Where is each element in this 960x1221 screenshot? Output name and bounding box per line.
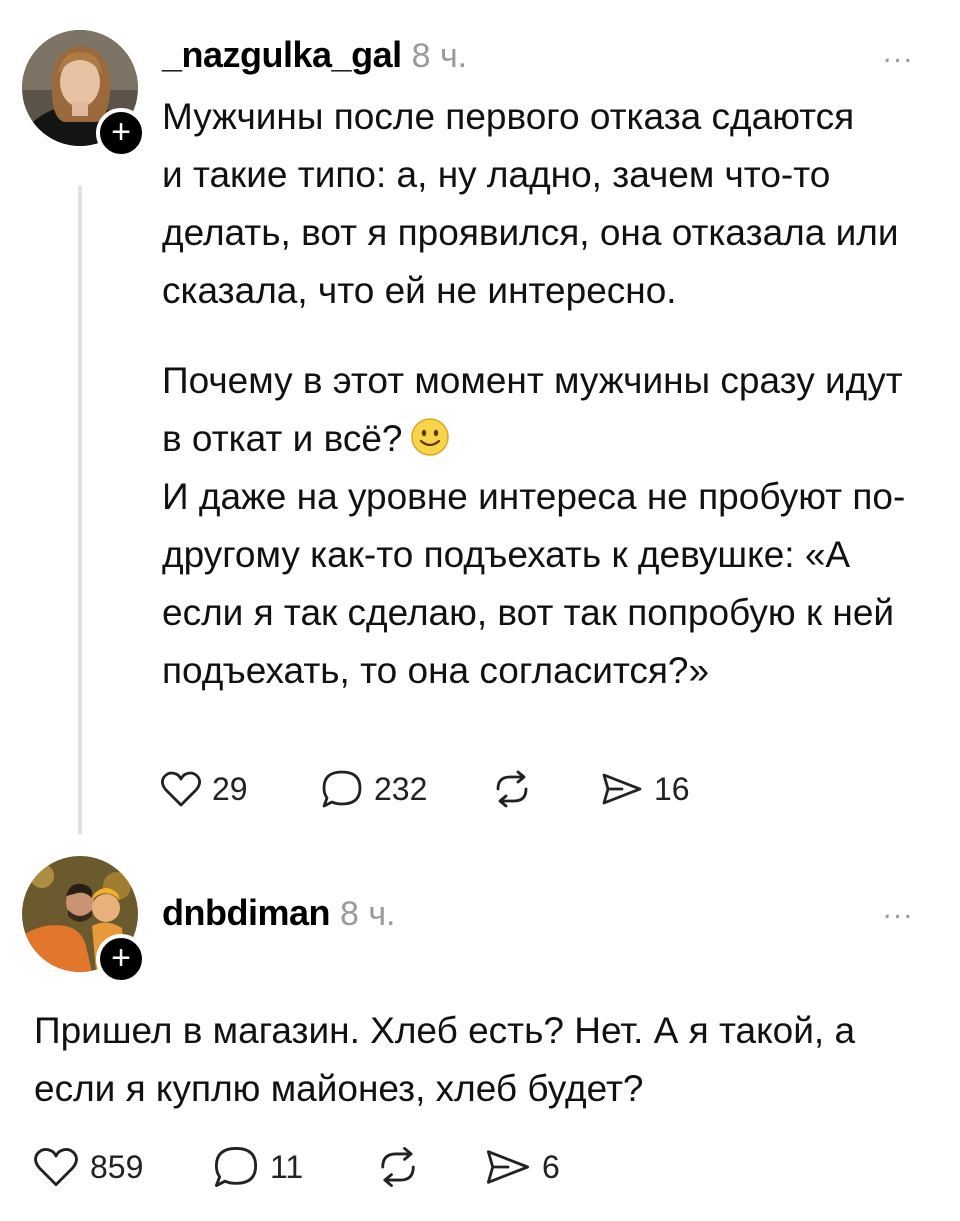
follow-button[interactable]: + (96, 934, 146, 984)
slightly-smiling-face-icon (410, 416, 450, 456)
like-button[interactable]: 859 (32, 1145, 212, 1189)
like-count: 859 (90, 1148, 144, 1185)
action-bar: 29 232 16 (160, 768, 690, 810)
heart-icon (160, 769, 202, 809)
thread-line (78, 185, 82, 835)
like-count: 29 (212, 770, 248, 807)
paragraph: Почему в этот момент мужчины сразу идут … (162, 352, 932, 700)
text-line: Мужчины после первого отказа сдаются (162, 96, 855, 137)
reply-button[interactable]: 232 (320, 768, 490, 810)
reply-button[interactable]: 11 (212, 1144, 374, 1190)
username[interactable]: _nazgulka_gal (162, 34, 402, 75)
repost-button[interactable] (490, 769, 600, 809)
send-icon (484, 1145, 532, 1189)
reply-count: 232 (374, 770, 428, 807)
paragraph: Пришел в магазин. Хлеб есть? Нет. А я та… (34, 1010, 856, 1109)
repost-icon (490, 769, 534, 809)
text-line: И даже на уровне интереса не пробуют по-… (162, 476, 906, 691)
post-header: _nazgulka_gal 8 ч. (162, 34, 467, 76)
more-options-button[interactable]: ... (883, 36, 914, 70)
repost-button[interactable] (374, 1145, 484, 1189)
paragraph: Мужчины после первого отказа сдаются и т… (162, 88, 932, 320)
like-button[interactable]: 29 (160, 769, 320, 809)
action-bar: 859 11 6 (32, 1144, 560, 1190)
timestamp: 8 ч. (411, 37, 468, 75)
follow-button[interactable]: + (96, 108, 146, 158)
post-text: Мужчины после первого отказа сдаются и т… (162, 88, 932, 700)
username[interactable]: dnbdiman (162, 892, 330, 933)
comment-bubble-icon (212, 1144, 260, 1190)
share-button[interactable]: 6 (484, 1145, 560, 1189)
post-text: Пришел в магазин. Хлеб есть? Нет. А я та… (34, 1002, 914, 1118)
heart-icon (32, 1145, 80, 1189)
repost-icon (374, 1145, 422, 1189)
more-options-button[interactable]: ... (883, 892, 914, 926)
reply-count: 11 (270, 1148, 304, 1185)
send-icon (600, 769, 644, 809)
timestamp: 8 ч. (339, 895, 396, 933)
comment-bubble-icon (320, 768, 364, 810)
text-line: и такие типо: а, ну ладно, зачем что-то … (162, 154, 899, 311)
post-header: dnbdiman 8 ч. (162, 892, 396, 934)
share-count: 6 (542, 1148, 560, 1185)
post: + _nazgulka_gal 8 ч. ... Мужчины после пе… (0, 0, 960, 850)
text-line: Почему в этот момент мужчины сразу идут … (162, 360, 903, 459)
share-count: 16 (654, 770, 690, 807)
share-button[interactable]: 16 (600, 769, 690, 809)
